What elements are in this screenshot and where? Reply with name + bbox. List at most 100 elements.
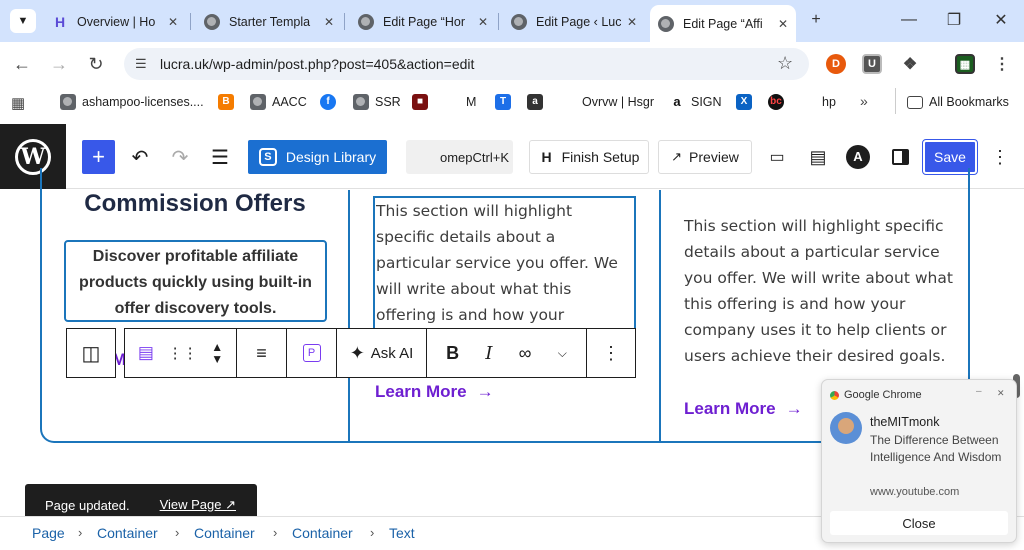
close-icon[interactable]: ✕ xyxy=(324,15,334,29)
bookmark-item[interactable]: X xyxy=(736,93,758,111)
bookmark-label: ashampoo-licenses.... xyxy=(82,95,204,109)
hostinger-icon: H xyxy=(541,149,552,165)
reload-button[interactable]: ↻ xyxy=(83,52,109,76)
tab-0[interactable]: H Overview | Ho ✕ xyxy=(44,7,186,36)
bookmark-item[interactable]: bc xyxy=(768,93,790,111)
spectra-block-button[interactable]: P xyxy=(287,329,337,377)
tab-divider xyxy=(498,13,499,30)
duckduckgo-icon[interactable]: D xyxy=(826,54,846,74)
chevron-down-icon[interactable]: ⌵ xyxy=(558,346,567,361)
notification-minimize-icon[interactable]: – xyxy=(976,386,982,397)
more-bookmarks-icon[interactable]: » xyxy=(860,93,868,109)
notification-close-icon[interactable]: ✕ xyxy=(997,388,1005,399)
plus-icon: + xyxy=(811,11,821,28)
tab-title: Overview | Ho xyxy=(77,14,156,29)
arrow-right-icon: → xyxy=(476,382,494,401)
arrow-left-icon: ← xyxy=(13,53,31,74)
link-icon[interactable]: ∞ xyxy=(519,343,532,364)
breadcrumb-item[interactable]: Page xyxy=(32,525,65,541)
address-bar[interactable]: ☰ lucra.uk/wp-admin/post.php?post=405&ac… xyxy=(124,48,809,80)
column-heading[interactable]: Commission Offers xyxy=(50,190,340,218)
globe-icon xyxy=(353,94,369,110)
bookmark-item[interactable]: H Ovrvw | Hsgr xyxy=(560,93,654,111)
hostinger-icon: H xyxy=(804,96,812,107)
block-options-button[interactable]: ⋮ xyxy=(587,329,635,377)
close-window-button[interactable]: ✕ xyxy=(987,8,1015,32)
divider xyxy=(895,88,896,114)
more-vertical-icon: ⋮ xyxy=(991,146,1009,167)
tab-title: Edit Page “Hor xyxy=(383,14,465,29)
align-button[interactable]: ≡ xyxy=(237,329,287,377)
tab-search-dropdown[interactable]: ▼ xyxy=(10,9,36,33)
bookmark-star-icon[interactable]: ☆ xyxy=(777,53,793,74)
tab-1[interactable]: Starter Templa ✕ xyxy=(196,7,342,36)
new-tab-button[interactable]: + xyxy=(802,8,830,32)
restore-button[interactable]: ❐ xyxy=(940,8,968,32)
tab-3[interactable]: Edit Page ‹ Luc ✕ xyxy=(503,7,645,36)
shield-extension-icon[interactable]: U xyxy=(862,54,882,74)
breadcrumb-item[interactable]: Container xyxy=(97,525,158,541)
parent-block-selector[interactable]: ◫ xyxy=(66,328,116,378)
url-text: lucra.uk/wp-admin/post.php?post=405&acti… xyxy=(160,56,475,72)
chrome-notification: Google Chrome – ✕ theMITmonk The Differe… xyxy=(821,379,1017,543)
learn-more-label: Learn More xyxy=(375,382,467,401)
ask-ai-button[interactable]: ✦ Ask AI xyxy=(337,329,427,377)
notification-close-button[interactable]: Close xyxy=(830,511,1008,535)
close-icon[interactable]: ✕ xyxy=(627,15,637,29)
bookmark-item[interactable]: SSR xyxy=(353,93,401,111)
align-center-icon: ≡ xyxy=(256,342,267,363)
move-up-down-icon[interactable]: ▲ ▼ xyxy=(211,341,223,365)
close-icon[interactable]: ✕ xyxy=(778,17,788,31)
bookmark-item[interactable]: f xyxy=(320,93,342,111)
breadcrumb-item[interactable]: Container xyxy=(292,525,353,541)
dark-square-icon: ■ xyxy=(412,94,428,110)
column-description-box[interactable]: Discover profitable affiliate products q… xyxy=(64,240,327,322)
bookmark-item[interactable]: ■ xyxy=(412,93,434,111)
back-button[interactable]: ← xyxy=(9,52,35,76)
arrow-right-icon: → xyxy=(50,53,68,74)
bookmark-item[interactable]: a SIGN xyxy=(669,93,722,111)
close-icon[interactable]: ✕ xyxy=(168,15,178,29)
chrome-menu-icon[interactable]: ⋮ xyxy=(992,54,1012,74)
bold-icon[interactable]: B xyxy=(446,343,459,364)
text-block-icon[interactable]: ▤ xyxy=(138,343,154,363)
breadcrumb-item[interactable]: Text xyxy=(389,525,415,541)
site-info-icon[interactable]: ☰ xyxy=(135,56,147,72)
bookmark-item[interactable]: ashampoo-licenses.... xyxy=(60,93,204,111)
all-bookmarks-button[interactable]: All Bookmarks xyxy=(907,93,1009,111)
notification-title: The Difference Between Intelligence And … xyxy=(870,433,1002,464)
all-bookmarks-label: All Bookmarks xyxy=(929,95,1009,109)
bookmark-item[interactable]: AACC xyxy=(250,93,307,111)
bookmark-item[interactable]: T xyxy=(495,93,517,111)
chevron-right-icon: › xyxy=(370,525,375,540)
minimize-button[interactable]: — xyxy=(895,8,923,32)
column-text[interactable]: This section will highlight specific det… xyxy=(684,213,954,369)
selected-text-block[interactable]: This section will highlight specific det… xyxy=(373,196,636,330)
bookmark-item[interactable]: B xyxy=(218,93,240,111)
learn-more-link[interactable]: Learn More → xyxy=(375,382,494,402)
block-switcher-group: ▤ ⋮⋮ ▲ ▼ xyxy=(125,329,237,377)
tab-title: Edit Page ‹ Luc xyxy=(536,14,621,29)
italic-icon[interactable]: I xyxy=(485,343,492,364)
forward-button[interactable]: → xyxy=(46,52,72,76)
options-menu-button[interactable]: ⋮ xyxy=(990,140,1010,174)
view-page-link[interactable]: View Page ↗ xyxy=(160,497,236,513)
learn-more-link[interactable]: Learn More → xyxy=(684,399,803,419)
bookmark-label: M xyxy=(466,95,477,109)
close-icon[interactable]: ✕ xyxy=(478,15,488,29)
bookmark-item[interactable]: Hhp xyxy=(800,93,836,111)
globe-icon xyxy=(204,13,220,30)
tab-2[interactable]: Edit Page “Hor ✕ xyxy=(350,7,496,36)
profile-avatar[interactable]: ▦ xyxy=(955,54,975,74)
plus-icon: + xyxy=(92,144,105,169)
extensions-puzzle-icon[interactable]: ❖ xyxy=(900,54,920,74)
bookmark-item[interactable]: a xyxy=(527,93,549,111)
breadcrumb-item[interactable]: Container xyxy=(194,525,255,541)
globe-icon xyxy=(658,15,674,32)
bookmark-item[interactable]: HM xyxy=(444,93,476,111)
spectra-p-icon: P xyxy=(302,344,321,362)
chevron-down-icon: ▼ xyxy=(17,15,29,27)
drag-handle-icon[interactable]: ⋮⋮ xyxy=(168,344,198,362)
apps-grid-icon[interactable]: ▦ xyxy=(11,94,25,112)
tab-4-active[interactable]: Edit Page “Affi ✕ xyxy=(650,5,796,42)
